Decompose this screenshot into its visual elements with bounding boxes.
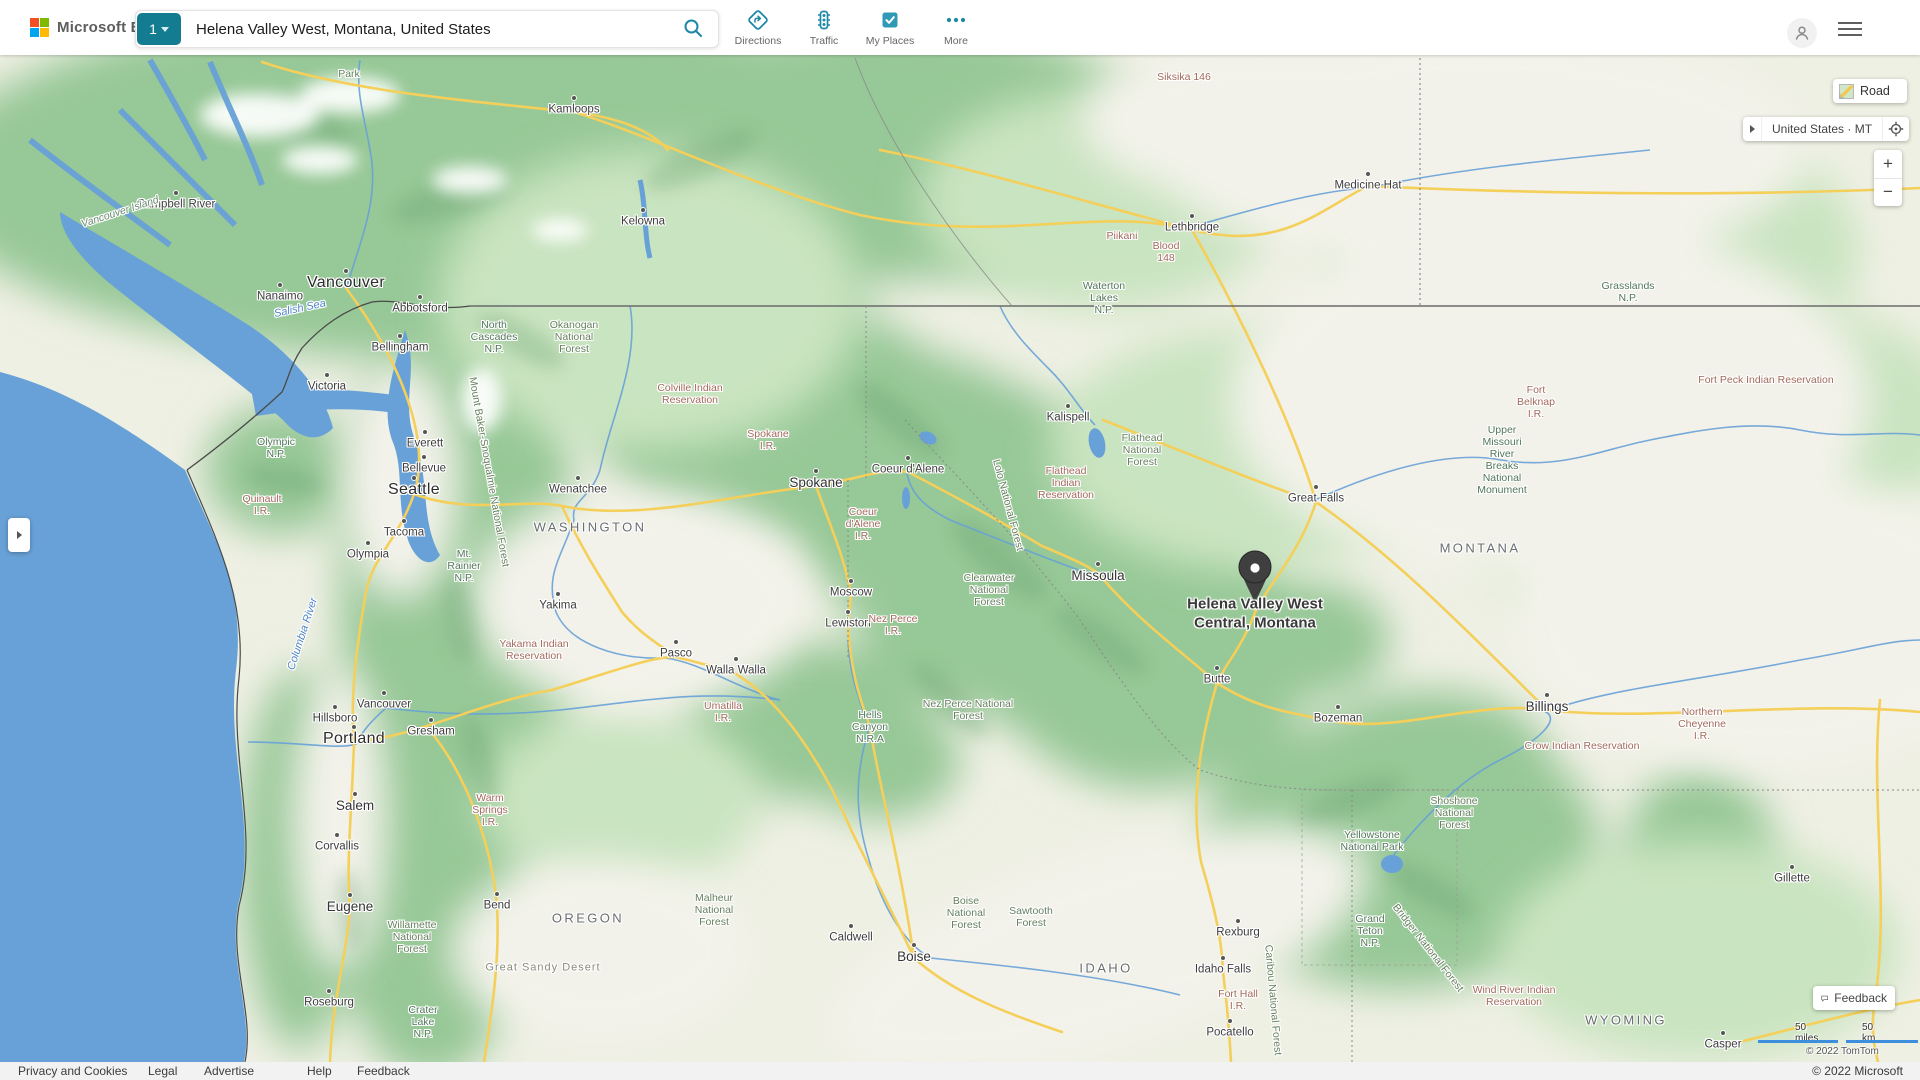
- footer-link-advertise[interactable]: Advertise: [204, 1064, 254, 1078]
- map-feedback-button[interactable]: Feedback: [1813, 986, 1895, 1010]
- map-attribution: © 2022 TomTom: [1806, 1046, 1879, 1057]
- footer-link-feedback[interactable]: Feedback: [357, 1064, 410, 1078]
- footer-link-legal[interactable]: Legal: [148, 1064, 177, 1078]
- map-style-thumbnail-icon: [1839, 84, 1854, 99]
- my-places-button[interactable]: My Places: [864, 8, 916, 47]
- traffic-button[interactable]: Traffic: [798, 8, 850, 47]
- person-icon: [1793, 24, 1811, 42]
- route-stop-number: 1: [149, 21, 157, 37]
- more-button[interactable]: More: [930, 8, 982, 47]
- zoom-controls: + −: [1874, 150, 1902, 206]
- footer-copyright: © 2022 Microsoft: [1812, 1064, 1903, 1078]
- zoom-out-button[interactable]: −: [1874, 179, 1902, 207]
- nav-label: My Places: [866, 35, 914, 47]
- directions-icon: [746, 8, 770, 32]
- footer-bar: Privacy and Cookies Legal Advertise Help…: [0, 1062, 1920, 1080]
- search-input[interactable]: [182, 21, 680, 38]
- nav-label: Directions: [735, 35, 782, 47]
- traffic-icon: [812, 8, 836, 32]
- expand-panel-button[interactable]: [8, 518, 30, 552]
- account-button[interactable]: [1787, 18, 1817, 48]
- footer-link-help[interactable]: Help: [307, 1064, 332, 1078]
- search-icon: [682, 17, 704, 39]
- pin-label: Helena Valley West Central, Montana: [1187, 595, 1323, 633]
- chevron-right-icon: [1750, 125, 1755, 133]
- breadcrumb-expand-button[interactable]: [1743, 117, 1762, 141]
- hamburger-menu-button[interactable]: [1838, 22, 1862, 36]
- breadcrumb-region: MT: [1855, 122, 1872, 136]
- locate-me-button[interactable]: [1882, 117, 1909, 141]
- nav-label: Traffic: [810, 35, 839, 47]
- map-breadcrumb: United States · MT: [1743, 117, 1909, 141]
- feedback-bubble-icon: [1821, 992, 1828, 1005]
- search-bar: 1: [135, 10, 719, 48]
- breadcrumb-text[interactable]: United States · MT: [1762, 122, 1882, 136]
- locate-icon: [1888, 121, 1904, 137]
- feedback-label: Feedback: [1834, 991, 1887, 1005]
- directions-button[interactable]: Directions: [732, 8, 784, 47]
- map-style-button[interactable]: Road: [1833, 79, 1907, 103]
- dropdown-caret-icon: [161, 27, 169, 32]
- bing-maps-app: ParkKamloopsCampbell RiverKelownaVancouv…: [0, 0, 1920, 1080]
- breadcrumb-country: United States: [1772, 122, 1844, 136]
- route-stop-badge[interactable]: 1: [137, 13, 181, 45]
- microsoft-logo-icon: [30, 18, 49, 37]
- search-button[interactable]: [680, 15, 706, 44]
- top-nav: Directions Traffic My Places: [732, 8, 982, 47]
- footer-link-privacy[interactable]: Privacy and Cookies: [18, 1064, 127, 1078]
- zoom-in-button[interactable]: +: [1874, 150, 1902, 179]
- map-style-label: Road: [1860, 84, 1890, 98]
- chevron-right-icon: [17, 531, 22, 539]
- my-places-icon: [878, 8, 902, 32]
- top-bar: Microsoft Bing 1 Directions: [0, 0, 1920, 55]
- more-icon: [944, 8, 968, 32]
- map-canvas[interactable]: [0, 0, 1920, 1080]
- nav-label: More: [944, 35, 968, 47]
- breadcrumb-separator: ·: [1847, 122, 1851, 136]
- hamburger-icon: [1838, 22, 1862, 24]
